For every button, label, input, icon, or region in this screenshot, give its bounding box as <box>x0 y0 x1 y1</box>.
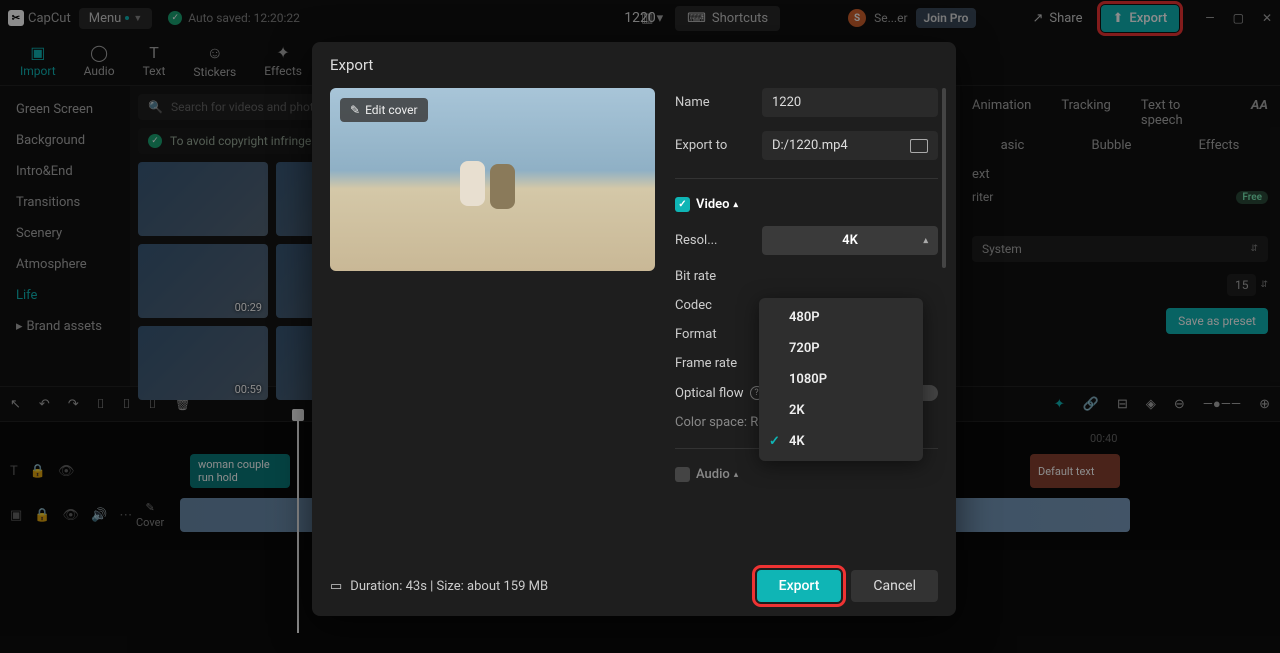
cover-preview: ✎ Edit cover <box>330 88 655 271</box>
duration-info: ▭ Duration: 43s | Size: about 159 MB <box>330 579 747 594</box>
folder-icon[interactable] <box>910 139 928 153</box>
dropdown-option-2k[interactable]: 2K <box>759 395 923 426</box>
caret-up-icon: ▴ <box>734 470 739 480</box>
export-confirm-button[interactable]: Export <box>757 570 842 602</box>
opticalflow-label: Optical flow <box>675 386 744 401</box>
resolution-dropdown: 480P 720P 1080P 2K 4K <box>759 298 923 461</box>
video-section-header[interactable]: ✓ Video ▴ <box>675 197 938 212</box>
bitrate-label: Bit rate <box>675 269 750 284</box>
scrollbar[interactable] <box>942 88 946 268</box>
film-icon: ▭ <box>330 579 342 594</box>
dropdown-option-720p[interactable]: 720P <box>759 333 923 364</box>
dropdown-option-480p[interactable]: 480P <box>759 302 923 333</box>
exportto-label: Export to <box>675 138 750 153</box>
caret-up-icon: ▴ <box>734 200 739 210</box>
checkbox-unchecked-icon[interactable] <box>675 467 690 482</box>
edit-cover-button[interactable]: ✎ Edit cover <box>340 98 428 122</box>
format-label: Format <box>675 327 750 342</box>
exportto-input[interactable]: D:/1220.mp4 <box>762 131 938 160</box>
name-input[interactable]: 1220 <box>762 88 938 117</box>
cancel-button[interactable]: Cancel <box>851 570 938 602</box>
dialog-footer: ▭ Duration: 43s | Size: about 159 MB Exp… <box>312 556 956 616</box>
resolution-select[interactable]: 4K ▴ <box>762 226 938 255</box>
chevron-up-icon: ▴ <box>923 236 928 246</box>
resolution-label: Resol... <box>675 233 750 248</box>
audio-section-header[interactable]: Audio ▴ <box>675 467 938 482</box>
pencil-icon: ✎ <box>350 103 360 117</box>
name-label: Name <box>675 95 750 110</box>
dialog-title: Export <box>312 42 956 88</box>
dropdown-option-1080p[interactable]: 1080P <box>759 364 923 395</box>
export-dialog: Export ✎ Edit cover Name 1220 Export to … <box>312 42 956 616</box>
framerate-label: Frame rate <box>675 356 750 371</box>
dropdown-option-4k[interactable]: 4K <box>759 426 923 457</box>
codec-label: Codec <box>675 298 750 313</box>
checkbox-checked-icon[interactable]: ✓ <box>675 197 690 212</box>
